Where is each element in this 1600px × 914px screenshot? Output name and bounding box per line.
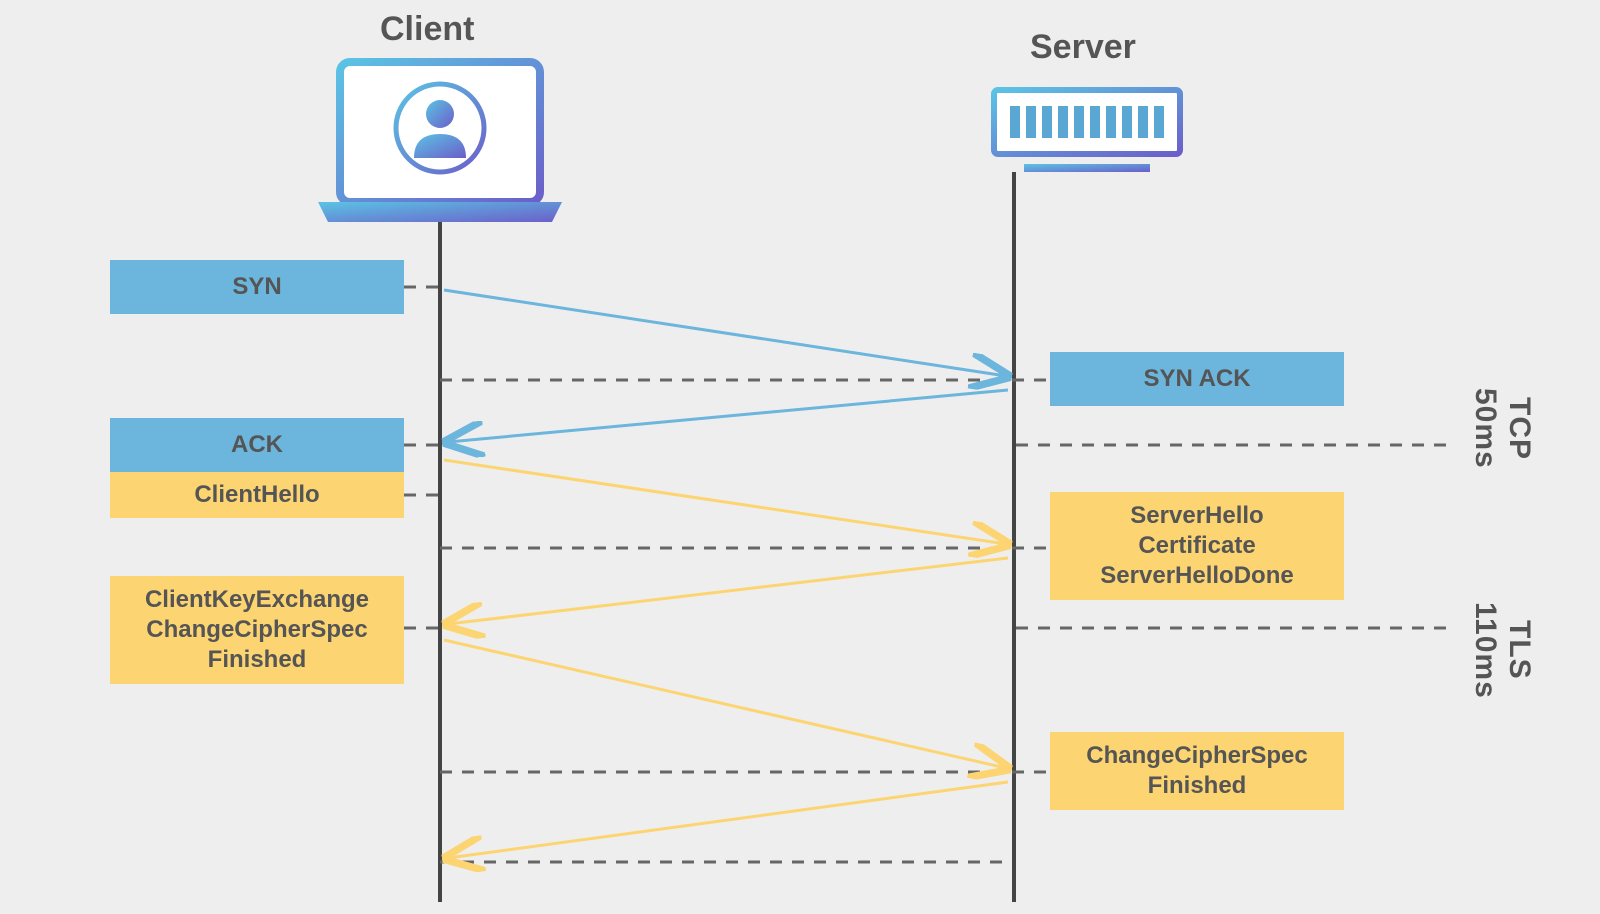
msg-clientkeyexchange: ClientKeyExchange ChangeCipherSpec Finis… xyxy=(110,576,404,684)
client-lifeline xyxy=(438,222,442,902)
msg-line: ClientKeyExchange xyxy=(145,585,369,615)
msg-serverhello: ServerHello Certificate ServerHelloDone xyxy=(1050,492,1344,600)
msg-changecipherspec: ChangeCipherSpec Finished xyxy=(1050,732,1344,810)
tcp-label: TCP50ms xyxy=(1468,368,1536,488)
msg-line: ServerHelloDone xyxy=(1100,561,1293,591)
msg-clienthello: ClientHello xyxy=(110,472,404,518)
server-lifeline xyxy=(1012,172,1016,902)
msg-synack: SYN ACK xyxy=(1050,352,1344,406)
client-title: Client xyxy=(380,10,474,49)
msg-line: Finished xyxy=(1148,771,1247,801)
tls-label: TLS110ms xyxy=(1468,580,1536,720)
msg-ack: ACK xyxy=(110,418,404,472)
msg-line: Finished xyxy=(208,645,307,675)
msg-line: ChangeCipherSpec xyxy=(146,615,367,645)
msg-syn: SYN xyxy=(110,260,404,314)
msg-line: Certificate xyxy=(1138,531,1255,561)
msg-line: ServerHello xyxy=(1130,501,1263,531)
server-title: Server xyxy=(1030,28,1136,67)
msg-line: ChangeCipherSpec xyxy=(1086,741,1307,771)
